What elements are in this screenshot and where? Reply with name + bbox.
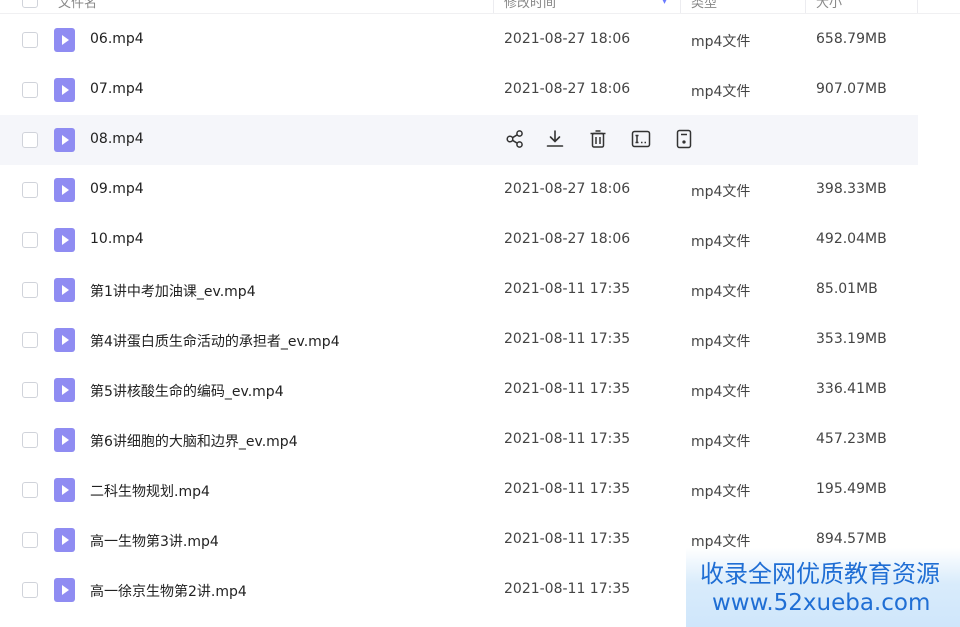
file-name[interactable]: 高一徐京生物第2讲.mp4: [90, 581, 247, 601]
table-row-hovered[interactable]: 08.mp4: [0, 115, 918, 165]
video-file-icon: [54, 528, 75, 552]
file-size: 907.07MB: [816, 81, 887, 97]
file-size: 336.41MB: [816, 381, 887, 397]
file-type: mp4文件: [691, 434, 751, 450]
table-row[interactable]: 第4讲蛋白质生命活动的承担者_ev.mp4 2021-08-11 17:35 m…: [0, 315, 918, 365]
delete-icon[interactable]: [587, 128, 609, 150]
video-file-icon: [54, 128, 75, 152]
column-divider: [805, 0, 806, 13]
file-type: mp4文件: [691, 84, 751, 100]
video-file-icon: [54, 78, 75, 102]
row-checkbox[interactable]: [22, 432, 38, 448]
row-checkbox[interactable]: [22, 532, 38, 548]
video-file-icon: [54, 328, 75, 352]
watermark-banner: 收录全网优质教育资源 www.52xueba.com: [686, 548, 960, 627]
table-row[interactable]: 第1讲中考加油课_ev.mp4 2021-08-11 17:35 mp4文件 8…: [0, 265, 918, 315]
row-checkbox[interactable]: [22, 482, 38, 498]
file-size: 85.01MB: [816, 281, 878, 297]
column-header-modified[interactable]: 修改时间: [504, 0, 556, 13]
file-name[interactable]: 二科生物规划.mp4: [90, 481, 210, 501]
column-header-size[interactable]: 大小: [816, 0, 842, 13]
watermark-url: www.52xueba.com: [712, 590, 931, 616]
file-modified: 2021-08-27 18:06: [504, 181, 631, 197]
file-size: 398.33MB: [816, 181, 887, 197]
row-checkbox[interactable]: [22, 32, 38, 48]
video-file-icon: [54, 478, 75, 502]
file-name[interactable]: 09.mp4: [90, 181, 144, 197]
file-size: 353.19MB: [816, 331, 887, 347]
file-type: mp4文件: [691, 234, 751, 250]
file-modified: 2021-08-11 17:35: [504, 581, 631, 597]
file-name[interactable]: 高一生物第3讲.mp4: [90, 531, 219, 551]
file-type: mp4文件: [691, 484, 751, 500]
file-modified: 2021-08-11 17:35: [504, 381, 631, 397]
sort-desc-icon[interactable]: ▾: [662, 0, 667, 7]
file-modified: 2021-08-27 18:06: [504, 231, 631, 247]
file-name[interactable]: 10.mp4: [90, 231, 144, 247]
row-checkbox[interactable]: [22, 232, 38, 248]
file-type: mp4文件: [691, 334, 751, 350]
more-icon[interactable]: [673, 128, 695, 150]
file-size: 457.23MB: [816, 431, 887, 447]
video-file-icon: [54, 28, 75, 52]
file-modified: 2021-08-27 18:06: [504, 31, 631, 47]
table-row[interactable]: 06.mp4 2021-08-27 18:06 mp4文件 658.79MB: [0, 15, 918, 65]
table-row[interactable]: 10.mp4 2021-08-27 18:06 mp4文件 492.04MB: [0, 215, 918, 265]
file-modified: 2021-08-27 18:06: [504, 81, 631, 97]
watermark-slogan: 收录全网优质教育资源: [700, 560, 940, 588]
share-icon[interactable]: [504, 128, 526, 150]
file-modified: 2021-08-11 17:35: [504, 281, 631, 297]
file-name[interactable]: 第4讲蛋白质生命活动的承担者_ev.mp4: [90, 331, 340, 351]
file-name[interactable]: 第5讲核酸生命的编码_ev.mp4: [90, 381, 284, 401]
table-row[interactable]: 09.mp4 2021-08-27 18:06 mp4文件 398.33MB: [0, 165, 918, 215]
table-row[interactable]: 07.mp4 2021-08-27 18:06 mp4文件 907.07MB: [0, 65, 918, 115]
row-checkbox[interactable]: [22, 582, 38, 598]
file-list-header: 文件名 修改时间 ▾ 类型 大小: [0, 0, 960, 14]
video-file-icon: [54, 428, 75, 452]
video-file-icon: [54, 178, 75, 202]
table-row[interactable]: 二科生物规划.mp4 2021-08-11 17:35 mp4文件 195.49…: [0, 465, 918, 515]
rename-icon[interactable]: [630, 128, 652, 150]
row-checkbox[interactable]: [22, 182, 38, 198]
table-row[interactable]: 第5讲核酸生命的编码_ev.mp4 2021-08-11 17:35 mp4文件…: [0, 365, 918, 415]
file-list: 06.mp4 2021-08-27 18:06 mp4文件 658.79MB 0…: [0, 15, 960, 615]
file-type: mp4文件: [691, 34, 751, 50]
file-modified: 2021-08-11 17:35: [504, 531, 631, 547]
row-checkbox[interactable]: [22, 382, 38, 398]
video-file-icon: [54, 228, 75, 252]
video-file-icon: [54, 578, 75, 602]
row-checkbox[interactable]: [22, 282, 38, 298]
file-type: mp4文件: [691, 284, 751, 300]
file-modified: 2021-08-11 17:35: [504, 331, 631, 347]
file-size: 894.57MB: [816, 531, 887, 547]
file-type: mp4文件: [691, 184, 751, 200]
row-checkbox[interactable]: [22, 332, 38, 348]
file-name[interactable]: 06.mp4: [90, 31, 144, 47]
row-checkbox[interactable]: [22, 82, 38, 98]
row-checkbox[interactable]: [22, 132, 38, 148]
file-size: 492.04MB: [816, 231, 887, 247]
column-divider: [493, 0, 494, 13]
file-name[interactable]: 第1讲中考加油课_ev.mp4: [90, 281, 256, 301]
file-name[interactable]: 08.mp4: [90, 131, 144, 147]
file-name[interactable]: 第6讲细胞的大脑和边界_ev.mp4: [90, 431, 298, 451]
file-size: 195.49MB: [816, 481, 887, 497]
file-size: 658.79MB: [816, 31, 887, 47]
column-divider: [680, 0, 681, 13]
file-type: mp4文件: [691, 384, 751, 400]
file-modified: 2021-08-11 17:35: [504, 481, 631, 497]
video-file-icon: [54, 378, 75, 402]
file-name[interactable]: 07.mp4: [90, 81, 144, 97]
column-header-name[interactable]: 文件名: [58, 0, 97, 13]
column-header-type[interactable]: 类型: [691, 0, 717, 13]
file-modified: 2021-08-11 17:35: [504, 431, 631, 447]
column-divider: [917, 0, 918, 13]
select-all-checkbox[interactable]: [22, 0, 38, 8]
table-row[interactable]: 第6讲细胞的大脑和边界_ev.mp4 2021-08-11 17:35 mp4文…: [0, 415, 918, 465]
download-icon[interactable]: [544, 128, 566, 150]
video-file-icon: [54, 278, 75, 302]
